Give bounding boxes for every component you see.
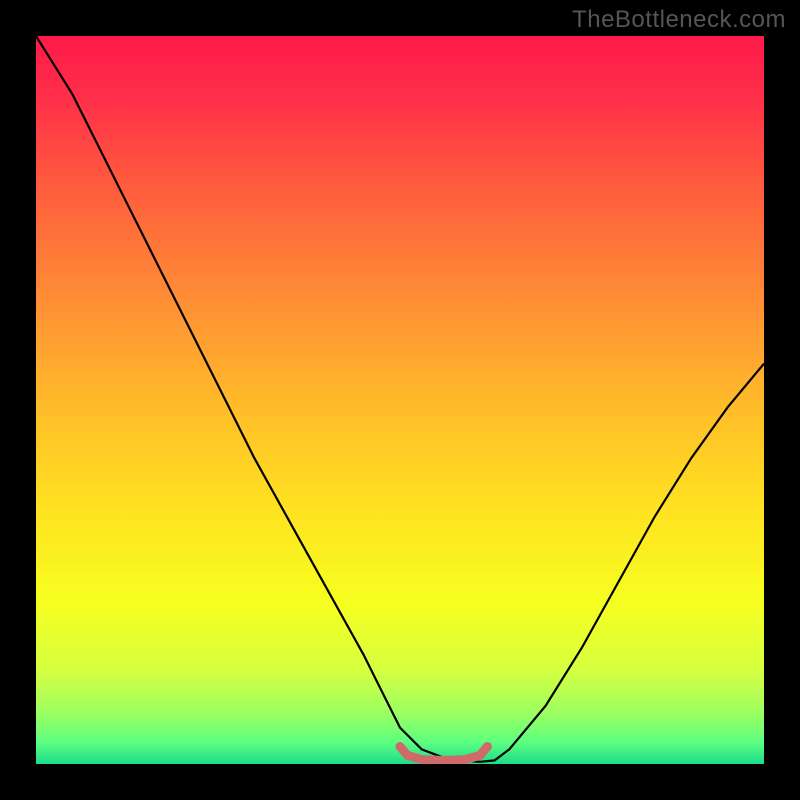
gradient-background bbox=[36, 36, 764, 764]
chart-svg bbox=[36, 36, 764, 764]
watermark-text: TheBottleneck.com bbox=[572, 6, 786, 34]
chart-container: TheBottleneck.com bbox=[0, 0, 800, 800]
plot-area bbox=[36, 36, 764, 764]
